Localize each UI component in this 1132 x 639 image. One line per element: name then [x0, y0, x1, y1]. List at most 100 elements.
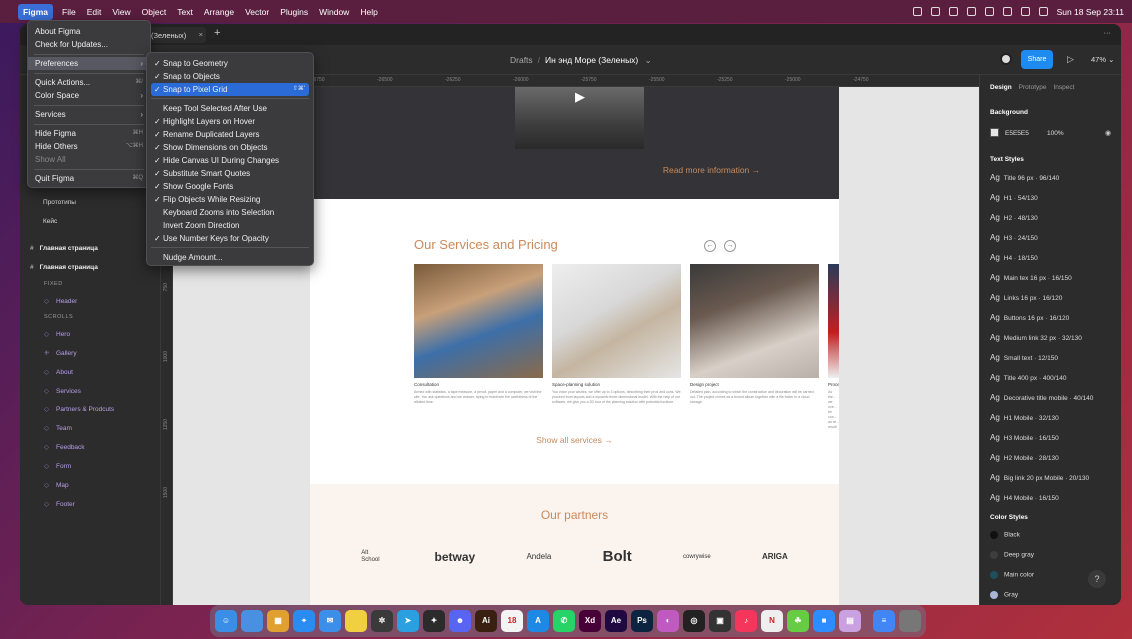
text-style-item[interactable]: Ag Title 96 px · 96/140 [990, 173, 1059, 182]
dock-calendar-icon[interactable]: 18 [501, 610, 523, 632]
layer-map[interactable]: ◇ Map [44, 481, 69, 489]
dock-illustrator-icon[interactable]: Ai [475, 610, 497, 632]
text-style-item[interactable]: Ag Big link 20 px Mobile · 20/130 [990, 473, 1089, 482]
color-style-item[interactable]: Deep gray [990, 551, 1034, 559]
wifi-icon[interactable] [1002, 7, 1012, 16]
clock[interactable]: Sun 18 Sep 23:11 [1057, 7, 1124, 17]
text-style-item[interactable]: Ag H2 Mobile · 28/130 [990, 453, 1059, 462]
zoom-level[interactable]: 47% ⌄ [1091, 55, 1114, 64]
pref-item[interactable]: ✓ Flip Objects While Resizing [151, 193, 309, 206]
text-style-item[interactable]: Ag H1 · 54/130 [990, 193, 1038, 202]
read-more-link[interactable]: Read more information → [447, 165, 976, 175]
menu-quick-actions[interactable]: Quick Actions... ⌘/ [28, 76, 150, 89]
service-card[interactable]: Proce As the... we ove... be con... an a… [828, 264, 839, 430]
text-style-item[interactable]: Ag Medium link 32 px · 32/130 [990, 333, 1082, 342]
color-style-item[interactable]: Main color [990, 571, 1034, 579]
layer-about[interactable]: ◇ About [44, 368, 73, 376]
play-icon[interactable]: ▶ [575, 89, 585, 105]
dock-game-icon[interactable]: ☘ [787, 610, 809, 632]
dock-controls-icon[interactable]: ▣ [709, 610, 731, 632]
share-button[interactable]: Share [1021, 50, 1053, 69]
pref-item[interactable]: Keep Tool Selected After Use [151, 102, 309, 115]
arrow-right-icon[interactable]: → [724, 240, 736, 252]
drafts-link[interactable]: Drafts [510, 55, 533, 65]
layer-services[interactable]: ◇ Services [44, 387, 81, 395]
dock-music-icon[interactable]: ♪ [735, 610, 757, 632]
pref-item[interactable]: ✓ Snap to Geometry [151, 57, 309, 70]
frame-main-page-2[interactable]: # Главная страница [30, 264, 98, 271]
dock-zoom-icon[interactable]: ■ [813, 610, 835, 632]
menu-window[interactable]: Window [319, 7, 349, 17]
pref-item[interactable]: ✓ Snap to Pixel Grid ⇧⌘' [151, 83, 309, 96]
text-style-item[interactable]: Ag Decorative title mobile · 40/140 [990, 393, 1093, 402]
dock-mail-icon[interactable]: ✉ [319, 610, 341, 632]
menu-about-figma[interactable]: About Figma [28, 25, 150, 38]
text-style-item[interactable]: Ag H3 · 24/150 [990, 233, 1038, 242]
menu-color-space[interactable]: Color Space › [28, 89, 150, 102]
dock-preview-icon[interactable]: ▤ [839, 610, 861, 632]
menu-help[interactable]: Help [360, 7, 377, 17]
service-card[interactable]: Consultation Armed with statistics, a ta… [414, 264, 543, 405]
dock-trash-icon[interactable] [899, 610, 921, 632]
color-style-item[interactable]: Black [990, 531, 1020, 539]
layer-footer[interactable]: ◇ Footer [44, 500, 75, 508]
close-icon[interactable]: × [199, 30, 203, 39]
layer-partners[interactable]: ◇ Partners & Prodcuts [44, 405, 114, 413]
dock-safari-icon[interactable]: ⌖ [293, 610, 315, 632]
pref-item[interactable]: Keyboard Zooms into Selection [151, 206, 309, 219]
info-icon[interactable] [930, 7, 940, 16]
pref-item[interactable]: ✓ Show Dimensions on Objects [151, 141, 309, 154]
text-style-item[interactable]: Ag H1 Mobile · 32/130 [990, 413, 1059, 422]
text-style-item[interactable]: Ag H4 Mobile · 16/150 [990, 493, 1059, 502]
dock-figma-plugin-icon[interactable]: ✲ [371, 610, 393, 632]
menu-vector[interactable]: Vector [245, 7, 269, 17]
layer-hero[interactable]: ◇ Hero [44, 330, 70, 338]
dock-chatgpt-icon[interactable]: ◎ [683, 610, 705, 632]
pref-item[interactable]: ✓ Substitute Smart Quotes [151, 167, 309, 180]
dock-finder-icon[interactable]: ☺ [215, 610, 237, 632]
text-style-item[interactable]: Ag Links 16 px · 16/120 [990, 293, 1062, 302]
tab-prototype[interactable]: Prototype [1019, 84, 1047, 91]
menu-hide-others[interactable]: Hide Others ⌥⌘H [28, 140, 150, 153]
pref-item[interactable]: ✓ Use Number Keys for Opacity [151, 232, 309, 245]
menu-check-updates[interactable]: Check for Updates... [28, 38, 150, 51]
dock-figma-icon[interactable]: ✦ [423, 610, 445, 632]
text-style-item[interactable]: Ag H4 · 18/150 [990, 253, 1038, 262]
eye-icon[interactable]: ◉ [1105, 129, 1111, 137]
menu-hide-figma[interactable]: Hide Figma ⌘H [28, 127, 150, 140]
dock-photoshop-icon[interactable]: Ps [631, 610, 653, 632]
layer-header[interactable]: ◇ Header [44, 297, 77, 305]
search-icon[interactable] [1020, 7, 1030, 16]
menu-preferences[interactable]: Preferences › [28, 57, 150, 70]
color-style-item[interactable]: Gray [990, 591, 1018, 599]
show-all-services-link[interactable]: Show all services → [310, 435, 839, 445]
service-card[interactable]: Design project Detailed plan, according … [690, 264, 819, 405]
battery-icon[interactable] [984, 7, 994, 16]
dock-notes-icon[interactable] [345, 610, 367, 632]
pref-item[interactable]: ✓ Highlight Layers on Hover [151, 115, 309, 128]
pref-item[interactable]: ✓ Show Google Fonts [151, 180, 309, 193]
dock-xd-icon[interactable]: Xd [579, 610, 601, 632]
pref-item[interactable]: ✓ Rename Duplicated Layers [151, 128, 309, 141]
dock-notion-icon[interactable]: N [761, 610, 783, 632]
file-tab[interactable]: (Зеленых) × [146, 27, 206, 43]
layer-team[interactable]: ◇ Team [44, 424, 72, 432]
dock-app-store-icon[interactable]: A [527, 610, 549, 632]
dock-launchpad-icon[interactable] [241, 610, 263, 632]
dock-whatsapp-icon[interactable]: ✆ [553, 610, 575, 632]
new-tab-button[interactable]: + [214, 27, 220, 39]
chevron-down-icon[interactable]: ⌄ [645, 55, 652, 65]
text-style-item[interactable]: Ag Title 400 px · 400/140 [990, 373, 1066, 382]
layer-gallery[interactable]: ⁜ Gallery [44, 349, 77, 357]
pref-item[interactable]: Invert Zoom Direction [151, 219, 309, 232]
video-thumbnail[interactable]: ▶ [515, 87, 644, 149]
pref-item[interactable]: ✓ Snap to Objects [151, 70, 309, 83]
dock-telegram-icon[interactable]: ➤ [397, 610, 419, 632]
menu-edit[interactable]: Edit [87, 7, 102, 17]
more-icon[interactable]: ··· [1104, 28, 1112, 37]
volume-icon[interactable] [948, 7, 958, 16]
page-case[interactable]: Кейс [43, 218, 57, 225]
arrow-left-icon[interactable]: ← [704, 240, 716, 252]
page-prototypes[interactable]: Прототипы [43, 199, 76, 206]
menu-text[interactable]: Text [177, 7, 193, 17]
